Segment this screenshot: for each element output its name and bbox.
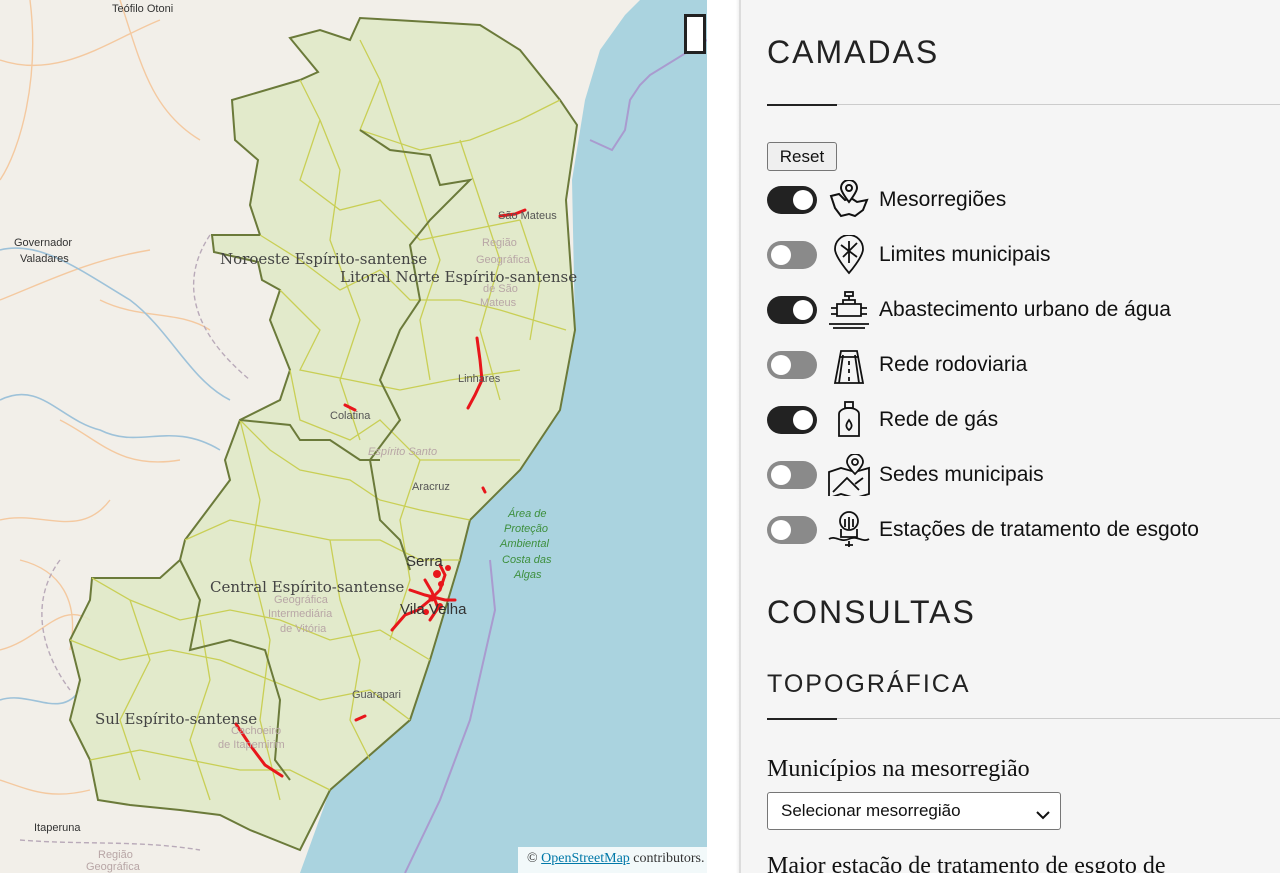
map-attribution: © OpenStreetMap contributors.: [518, 847, 707, 873]
label-regiao-sm1: Região: [482, 237, 517, 249]
chevron-down-icon: [1036, 805, 1050, 825]
layer-row-mesorregioes[interactable]: Mesorregiões: [767, 180, 1267, 220]
label-espirito-santo: Espírito Santo: [368, 446, 437, 458]
layer-label-sedes-municipais: Sedes municipais: [879, 463, 1044, 486]
label-intermed3: de Vitória: [280, 623, 327, 635]
label-area4: Costa das: [502, 554, 552, 566]
label-regiao: Região: [98, 849, 133, 861]
toggle-knob: [771, 465, 791, 485]
topografica-divider-accent: [767, 718, 837, 720]
openstreetmap-link[interactable]: OpenStreetMap: [541, 851, 630, 866]
label-serra: Serra: [406, 553, 443, 570]
road-icon: [826, 345, 872, 385]
toggle-knob: [771, 245, 791, 265]
layer-label-rede-gas: Rede de gás: [879, 408, 999, 431]
water-pipe-icon: [826, 290, 872, 330]
layer-toggle-mesorregioes[interactable]: [767, 186, 817, 214]
toggle-knob: [793, 190, 813, 210]
label-area2: Proteção: [504, 523, 548, 535]
label-area3: Ambiental: [499, 538, 549, 550]
reset-button[interactable]: Reset: [767, 142, 837, 171]
layer-toggle-abastecimento[interactable]: [767, 296, 817, 324]
label-governador: Governador: [14, 237, 72, 249]
label-guarapari: Guarapari: [352, 689, 401, 701]
mesoregion-label-sul: Sul Espírito-santense: [95, 710, 257, 728]
label-itapemirim: de Itapemirim: [218, 739, 285, 751]
label-regiao-sm2: Geográfica: [476, 254, 531, 266]
layer-toggle-rede-rodoviaria[interactable]: [767, 351, 817, 379]
label-teofilo-otoni: Teófilo Otoni: [112, 3, 173, 15]
layer-label-rede-rodoviaria: Rede rodoviaria: [879, 353, 1028, 376]
layer-row-limites-municipais[interactable]: Limites municipais: [767, 235, 1267, 275]
layers-divider-accent: [767, 104, 837, 106]
folded-map-icon: [826, 454, 872, 496]
layer-toggle-estacoes-esgoto[interactable]: [767, 516, 817, 544]
layers-divider: [767, 104, 1280, 105]
toggle-knob: [771, 355, 791, 375]
map-canvas[interactable]: Teófilo Otoni Governador Valadares Itape…: [0, 0, 707, 873]
label-regiao-sm4: Mateus: [480, 297, 517, 309]
topografica-divider: [767, 718, 1280, 719]
panel-divider: [707, 0, 741, 873]
layers-heading: CAMADAS: [767, 34, 940, 70]
location-pin-icon: [826, 235, 872, 275]
label-linhares: Linhares: [458, 373, 501, 385]
mesoregion-label-central: Central Espírito-santense: [210, 578, 404, 596]
attribution-suffix: contributors.: [633, 851, 705, 866]
toggle-knob: [771, 520, 791, 540]
layer-row-sedes-municipais[interactable]: Sedes municipais: [767, 454, 1267, 496]
label-area5: Algas: [513, 569, 542, 581]
mesoregion-label-noroeste: Noroeste Espírito-santense: [220, 250, 427, 268]
layer-row-rede-gas[interactable]: Rede de gás: [767, 400, 1267, 440]
label-colatina: Colatina: [330, 410, 371, 422]
label-geografica: Geográfica: [86, 861, 141, 873]
label-area1: Área de: [507, 507, 547, 520]
fullscreen-button[interactable]: [684, 14, 706, 54]
gas-cylinder-icon: [826, 400, 872, 440]
topografica-heading: TOPOGRÁFICA: [767, 670, 971, 698]
layer-toggle-sedes-municipais[interactable]: [767, 461, 817, 489]
label-aracruz: Aracruz: [412, 481, 450, 493]
select-value: Selecionar mesorregião: [781, 801, 961, 820]
maior-estacao-label: Maior estação de tratamento de esgoto de: [767, 853, 1166, 873]
layer-row-estacoes-esgoto[interactable]: Estações de tratamento de esgoto: [767, 510, 1267, 550]
label-intermed2: Intermediária: [268, 608, 333, 620]
toggle-knob: [793, 300, 813, 320]
mesoregion-label-litoral-norte: Litoral Norte Espírito-santense: [340, 268, 577, 286]
layer-label-limites-municipais: Limites municipais: [879, 243, 1051, 266]
label-vila-velha: Vila Velha: [400, 601, 467, 618]
mesorregiao-select[interactable]: Selecionar mesorregião: [767, 792, 1061, 830]
layer-label-estacoes-esgoto: Estações de tratamento de esgoto: [879, 518, 1199, 541]
sewage-treatment-icon: [826, 510, 872, 550]
label-sao-mateus: São Mateus: [498, 210, 557, 222]
layer-toggle-limites-municipais[interactable]: [767, 241, 817, 269]
consultas-heading: CONSULTAS: [767, 594, 976, 630]
label-itaperuna: Itaperuna: [34, 822, 81, 834]
map-pin-icon: [826, 180, 872, 220]
layer-label-mesorregioes: Mesorregiões: [879, 188, 1007, 211]
side-panel: CAMADAS Reset Mesorregiões Limites munic…: [741, 0, 1280, 873]
layer-label-abastecimento: Abastecimento urbano de água: [879, 298, 1171, 321]
municipios-label: Municípios na mesorregião: [767, 756, 1030, 782]
toggle-knob: [793, 410, 813, 430]
layer-toggle-rede-gas[interactable]: [767, 406, 817, 434]
layer-row-abastecimento[interactable]: Abastecimento urbano de água: [767, 290, 1267, 330]
attribution-prefix: ©: [527, 851, 538, 866]
label-valadares: Valadares: [20, 253, 69, 265]
layer-row-rede-rodoviaria[interactable]: Rede rodoviaria: [767, 345, 1267, 385]
map-view[interactable]: Teófilo Otoni Governador Valadares Itape…: [0, 0, 707, 873]
